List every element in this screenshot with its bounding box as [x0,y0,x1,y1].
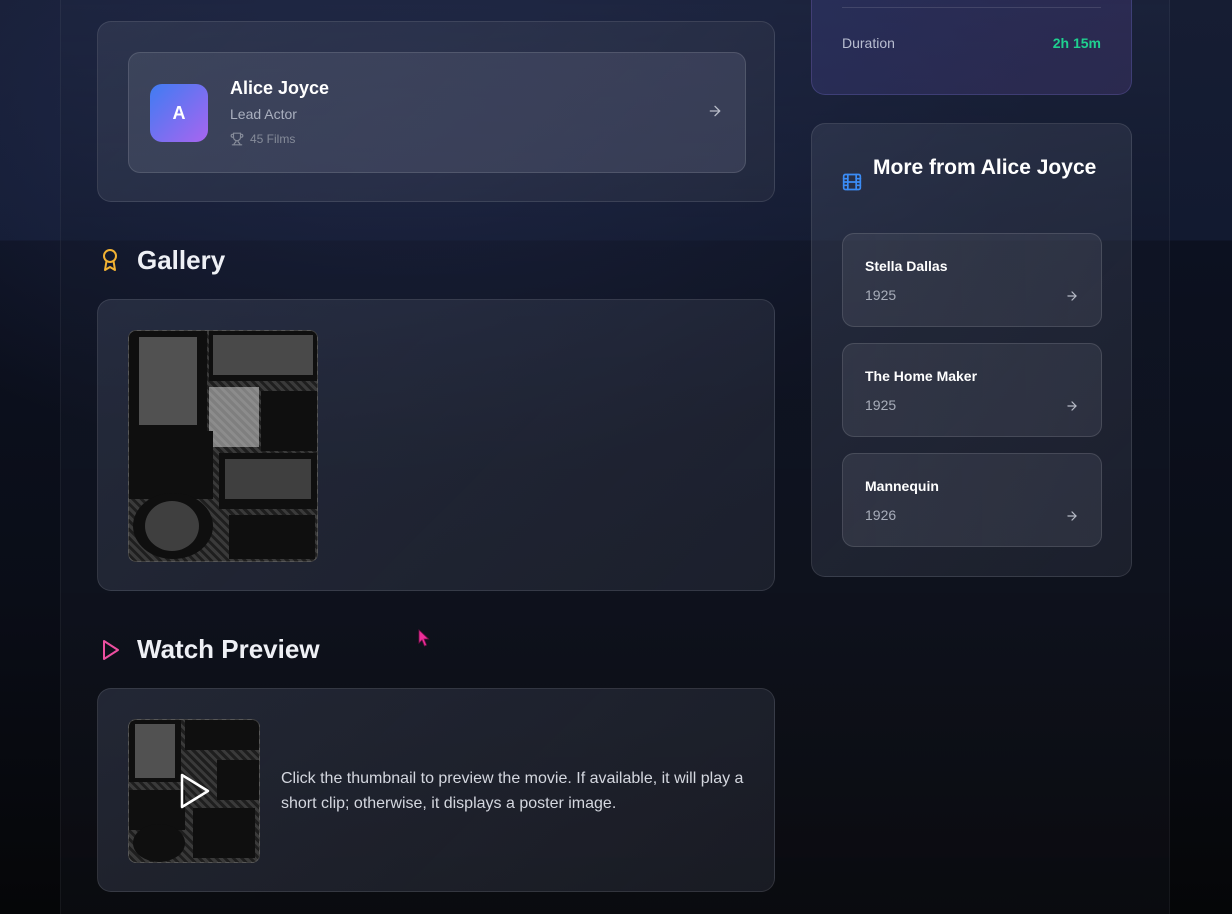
related-movie-item[interactable]: Mannequin 1926 [842,453,1102,547]
actor-films-label: 45 Films [250,132,296,146]
cast-card: A Alice Joyce Lead Actor 45 Films [97,21,775,202]
movie-title: Mannequin [865,478,939,494]
trophy-icon [230,132,244,146]
actor-films-count: 45 Films [230,132,295,146]
preview-title: Watch Preview [137,634,320,664]
movie-year: 1925 [865,397,897,413]
arrow-right-icon [1067,511,1077,521]
mouse-cursor-icon [418,629,430,647]
gallery-image[interactable] [128,330,318,562]
play-icon [103,640,119,660]
preview-description: Click the thumbnail to preview the movie… [281,770,744,812]
movie-year: 1926 [865,507,897,523]
arrow-right-icon [1067,401,1077,411]
movie-year: 1925 [865,287,897,303]
film-icon [842,173,862,191]
actor-role: Lead Actor [230,106,297,122]
avatar: A [150,84,208,142]
preview-thumbnail[interactable] [128,719,260,863]
award-icon [103,249,117,271]
movie-title: The Home Maker [865,368,978,384]
more-from-card: More from Alice Joyce Stella Dallas 1925… [811,123,1132,577]
duration-value: 2h 15m [1052,35,1101,51]
duration-label: Duration [842,35,895,51]
movie-title: Stella Dallas [865,258,948,274]
related-movie-item[interactable]: The Home Maker 1925 [842,343,1102,437]
arrow-right-icon[interactable] [707,103,723,119]
related-movie-item[interactable]: Stella Dallas 1925 [842,233,1102,327]
actor-item[interactable]: A Alice Joyce Lead Actor 45 Films [128,52,746,173]
divider [842,7,1101,8]
more-from-title: More from Alice Joyce [873,156,1097,179]
movie-info-card: Duration 2h 15m [811,0,1132,95]
gallery-card [97,299,775,591]
preview-card: Click the thumbnail to preview the movie… [97,688,775,892]
play-overlay-icon[interactable] [179,772,211,810]
arrow-right-icon [1067,291,1077,301]
gallery-title: Gallery [137,245,226,275]
actor-name: Alice Joyce [230,78,330,98]
